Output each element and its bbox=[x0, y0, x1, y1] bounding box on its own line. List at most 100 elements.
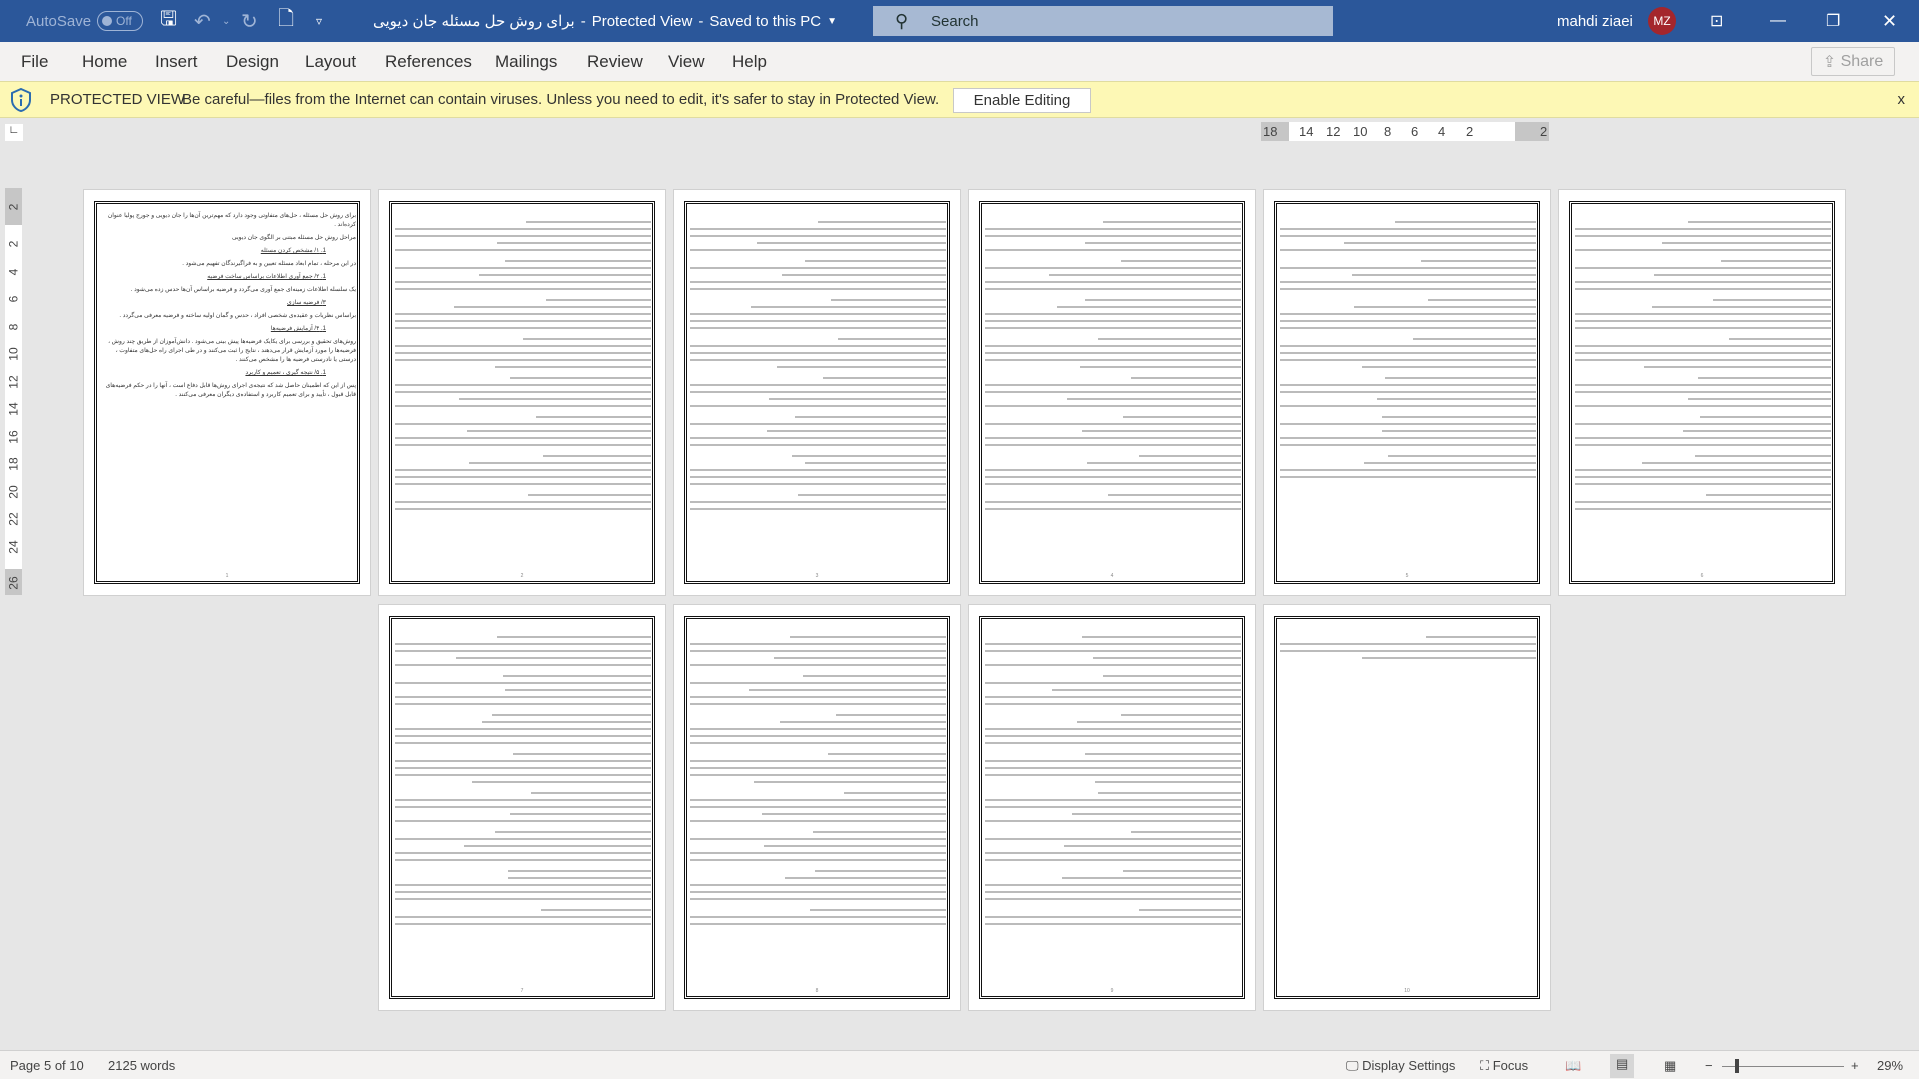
print-layout-icon[interactable]: ▤ bbox=[1610, 1054, 1635, 1078]
page[interactable]: 3 bbox=[673, 189, 961, 596]
read-mode-icon[interactable]: 📖 bbox=[1565, 1058, 1581, 1074]
text-line bbox=[1280, 444, 1536, 446]
new-document-icon[interactable]: 🗋 bbox=[278, 0, 294, 42]
ruler-tick: 6 bbox=[1411, 124, 1419, 139]
text-line bbox=[812, 831, 946, 833]
text-line bbox=[774, 657, 946, 659]
tab-mailings[interactable]: Mailings bbox=[495, 52, 557, 72]
text-line bbox=[1575, 501, 1831, 503]
vertical-ruler[interactable]: 2 2 4 6 8 10 12 14 16 18 20 22 24 26 bbox=[5, 188, 22, 595]
tab-references[interactable]: References bbox=[385, 52, 472, 72]
text-line bbox=[690, 923, 946, 925]
tab-help[interactable]: Help bbox=[732, 52, 767, 72]
focus-button[interactable]: ⛶ Focus bbox=[1480, 1058, 1528, 1074]
minimize-icon[interactable]: — bbox=[1770, 0, 1786, 42]
text-line bbox=[985, 696, 1241, 698]
document-title[interactable]: برای روش حل مسئله جان دیویی - Protected … bbox=[373, 0, 837, 42]
zoom-out-button[interactable]: − bbox=[1705, 1058, 1713, 1073]
tab-review[interactable]: Review bbox=[587, 52, 643, 72]
text-line bbox=[1107, 494, 1241, 496]
user-name[interactable]: mahdi ziaei bbox=[1557, 0, 1633, 42]
text-line bbox=[502, 675, 651, 677]
web-layout-icon[interactable]: ▦ bbox=[1664, 1058, 1676, 1074]
text-line bbox=[1575, 288, 1831, 290]
restore-icon[interactable]: ❐ bbox=[1826, 0, 1840, 42]
text-line bbox=[510, 377, 651, 379]
undo-dropdown-icon[interactable]: ⌄ bbox=[222, 0, 230, 42]
autosave-switch[interactable]: Off bbox=[97, 11, 144, 31]
zoom-level[interactable]: 29% bbox=[1877, 1058, 1903, 1073]
tab-selector[interactable]: ∟ bbox=[5, 124, 23, 141]
page[interactable]: 10 bbox=[1263, 604, 1551, 1011]
word-count[interactable]: 2125 words bbox=[108, 1058, 175, 1073]
page[interactable]: 5 bbox=[1263, 189, 1551, 596]
text-line bbox=[830, 299, 946, 301]
text-line bbox=[1280, 469, 1536, 471]
text-line bbox=[1280, 288, 1536, 290]
search-input[interactable]: ⚲ Search bbox=[873, 6, 1333, 36]
text-line bbox=[815, 870, 946, 872]
zoom-in-button[interactable]: + bbox=[1851, 1058, 1859, 1073]
page[interactable]: 6 bbox=[1558, 189, 1846, 596]
zoom-slider-thumb[interactable] bbox=[1735, 1059, 1739, 1073]
display-settings-button[interactable]: 🖵 Display Settings bbox=[1346, 1058, 1455, 1074]
page[interactable]: 9 bbox=[968, 604, 1256, 1011]
save-icon[interactable]: 🖫 bbox=[160, 0, 177, 42]
avatar[interactable]: MZ bbox=[1648, 7, 1676, 35]
tab-view[interactable]: View bbox=[668, 52, 705, 72]
page[interactable]: 4 bbox=[968, 189, 1256, 596]
text-line bbox=[1280, 359, 1536, 361]
undo-icon[interactable]: ↶ bbox=[194, 0, 211, 42]
text-line bbox=[471, 781, 651, 783]
page[interactable]: برای روش حل مسئله ، حل‌های متفاوتی وجود … bbox=[83, 189, 371, 596]
text-line bbox=[1066, 398, 1241, 400]
text-line bbox=[456, 657, 651, 659]
close-bar-icon[interactable]: x bbox=[1898, 91, 1906, 108]
paragraph: براساس نظریات و عقیده‌ی شخصی افراد ، حدس… bbox=[119, 313, 356, 319]
text-line bbox=[838, 338, 946, 340]
ruler-tick: 12 bbox=[6, 374, 21, 389]
text-line bbox=[395, 799, 651, 801]
text-line bbox=[1705, 494, 1831, 496]
text-line bbox=[395, 838, 651, 840]
text-line bbox=[985, 235, 1241, 237]
tab-insert[interactable]: Insert bbox=[155, 52, 198, 72]
page-count[interactable]: Page 5 of 10 bbox=[10, 1058, 84, 1073]
text-line bbox=[469, 462, 651, 464]
search-placeholder: Search bbox=[931, 12, 979, 30]
text-line bbox=[1575, 352, 1831, 354]
text-line bbox=[985, 728, 1241, 730]
tab-layout[interactable]: Layout bbox=[305, 52, 356, 72]
horizontal-ruler[interactable]: 18 14 12 10 8 6 4 2 2 bbox=[1261, 122, 1549, 141]
autosave-toggle[interactable]: AutoSave Off bbox=[26, 0, 144, 42]
text-line bbox=[395, 898, 651, 900]
text-line bbox=[395, 760, 651, 762]
text-line bbox=[690, 859, 946, 861]
text-line bbox=[1280, 249, 1536, 251]
text-line bbox=[985, 313, 1241, 315]
text-line bbox=[805, 260, 946, 262]
tab-design[interactable]: Design bbox=[226, 52, 279, 72]
text-line bbox=[1377, 398, 1536, 400]
text-line bbox=[1654, 274, 1831, 276]
ribbon-display-options-icon[interactable]: ⊡ bbox=[1710, 0, 1723, 42]
title-separator: - bbox=[698, 12, 704, 30]
enable-editing-button[interactable]: Enable Editing bbox=[953, 88, 1091, 113]
tab-file[interactable]: File bbox=[21, 52, 48, 72]
ruler-tick: 4 bbox=[1438, 124, 1446, 139]
text-line bbox=[690, 476, 946, 478]
page[interactable]: 8 bbox=[673, 604, 961, 1011]
paragraph: مراحل روش حل مسئله مبتنی بر الگوی جان دی… bbox=[231, 235, 356, 241]
page[interactable]: 2 bbox=[378, 189, 666, 596]
tab-home[interactable]: Home bbox=[82, 52, 127, 72]
text-line bbox=[1575, 483, 1831, 485]
page-number: 6 bbox=[1700, 573, 1704, 579]
redo-icon[interactable]: ↻ bbox=[241, 0, 258, 42]
share-button[interactable]: ⇪ Share bbox=[1811, 47, 1895, 76]
close-icon[interactable]: ✕ bbox=[1882, 0, 1897, 42]
zoom-slider[interactable] bbox=[1722, 1066, 1844, 1067]
text-line bbox=[1575, 235, 1831, 237]
text-line bbox=[1280, 423, 1536, 425]
page[interactable]: 7 bbox=[378, 604, 666, 1011]
customize-toolbar-icon[interactable]: ▿ bbox=[316, 0, 322, 42]
